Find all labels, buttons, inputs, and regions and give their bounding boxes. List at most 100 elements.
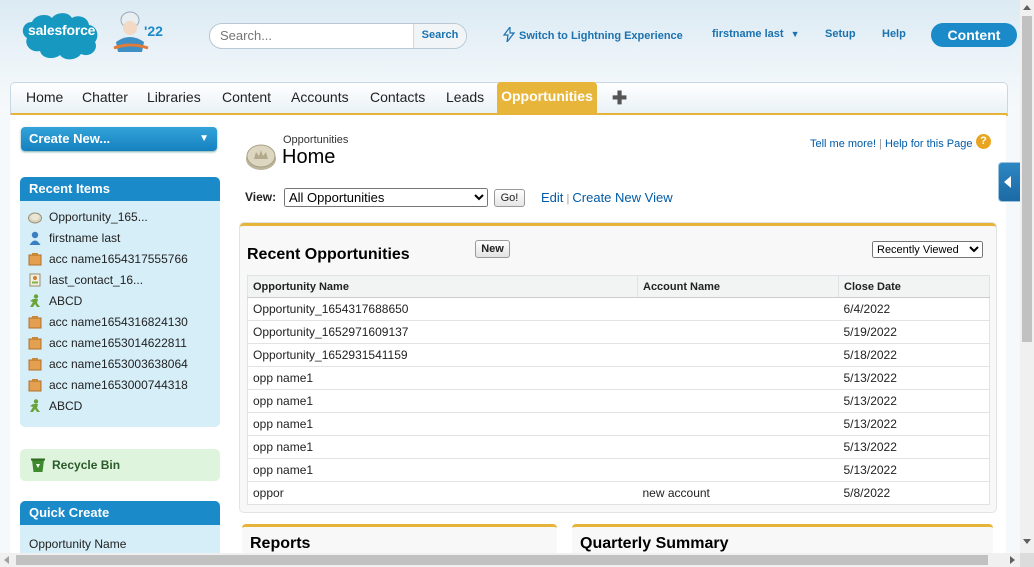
reports-title: Reports bbox=[250, 535, 311, 552]
close-date: 5/19/2022 bbox=[838, 320, 990, 344]
tab-accounts[interactable]: Accounts bbox=[291, 83, 349, 113]
search-button[interactable]: Search bbox=[413, 24, 466, 48]
account-link[interactable]: new account bbox=[643, 486, 710, 500]
page-title: Home bbox=[282, 146, 336, 168]
opportunity-link[interactable]: opp name1 bbox=[253, 417, 313, 431]
close-date: 5/8/2022 bbox=[838, 481, 990, 505]
close-date: 5/13/2022 bbox=[838, 412, 990, 436]
recent-sort-select[interactable]: Recently Viewed bbox=[872, 241, 983, 258]
opportunity-link[interactable]: opp name1 bbox=[253, 394, 313, 408]
close-date: 5/13/2022 bbox=[838, 389, 990, 413]
recent-items-panel: Recent Items Opportunity_165... firstnam… bbox=[20, 177, 220, 427]
view-select[interactable]: All Opportunities bbox=[284, 188, 488, 207]
table-row: Opportunity_1654317688650 6/4/2022 bbox=[247, 297, 990, 321]
tab-chatter[interactable]: Chatter bbox=[82, 83, 128, 113]
lightning-bolt-icon bbox=[502, 25, 516, 45]
recent-item-link[interactable]: acc name1654317555766 bbox=[49, 249, 188, 269]
recent-item-link[interactable]: acc name1653003638064 bbox=[49, 354, 188, 374]
table-row: opp name1 5/13/2022 bbox=[247, 389, 990, 413]
setup-link[interactable]: Setup bbox=[825, 28, 856, 40]
vertical-scrollbar[interactable] bbox=[1020, 0, 1034, 553]
opportunity-coin-icon bbox=[246, 144, 276, 170]
create-new-button[interactable]: Create New... ▼ bbox=[21, 127, 217, 151]
tab-libraries[interactable]: Libraries bbox=[147, 83, 201, 113]
create-new-view-link[interactable]: Create New View bbox=[572, 190, 672, 205]
recent-items-title: Recent Items bbox=[20, 177, 220, 201]
scroll-down-icon[interactable] bbox=[1023, 539, 1031, 544]
user-name: firstname last bbox=[712, 28, 784, 40]
tell-me-more-link[interactable]: Tell me more! bbox=[810, 138, 876, 150]
horizontal-scrollbar[interactable] bbox=[0, 553, 1034, 567]
col-close-date[interactable]: Close Date bbox=[838, 275, 990, 298]
new-opportunity-button[interactable]: New bbox=[475, 240, 510, 258]
recent-item-link[interactable]: ABCD bbox=[49, 396, 82, 416]
tab-home[interactable]: Home bbox=[26, 83, 63, 113]
tab-leads[interactable]: Leads bbox=[446, 83, 484, 113]
recent-item-link[interactable]: acc name1654316824130 bbox=[49, 312, 188, 332]
recent-item-link[interactable]: acc name1653014622811 bbox=[49, 333, 187, 353]
table-row: opp name1 5/13/2022 bbox=[247, 458, 990, 482]
close-date: 5/18/2022 bbox=[838, 343, 990, 367]
sidebar-toggle-handle[interactable] bbox=[998, 162, 1022, 202]
switch-lightning-link[interactable]: Switch to Lightning Experience bbox=[502, 25, 683, 45]
opportunity-link[interactable]: opp name1 bbox=[253, 371, 313, 385]
lead-person-icon bbox=[30, 399, 40, 412]
help-for-page-link[interactable]: Help for this Page bbox=[885, 138, 972, 150]
close-date: 5/13/2022 bbox=[838, 366, 990, 390]
mascot-year: '22 bbox=[144, 23, 163, 39]
user-menu[interactable]: firstname last ▼ bbox=[712, 28, 800, 40]
horizontal-scroll-thumb[interactable] bbox=[16, 555, 988, 565]
scroll-up-icon[interactable] bbox=[1023, 5, 1031, 10]
recent-item-link[interactable]: ABCD bbox=[49, 291, 82, 311]
tab-content[interactable]: Content bbox=[222, 83, 271, 113]
col-account-name[interactable]: Account Name bbox=[637, 275, 839, 298]
account-icon bbox=[28, 379, 42, 392]
edit-view-link[interactable]: Edit bbox=[541, 190, 563, 205]
main-tab-bar: Home Chatter Libraries Content Accounts … bbox=[10, 82, 1008, 116]
chevron-down-icon: ▼ bbox=[199, 133, 209, 144]
help-links: Tell me more! | Help for this Page bbox=[810, 138, 973, 150]
opportunities-table: Opportunity Name Account Name Close Date… bbox=[247, 275, 990, 505]
recent-item-link[interactable]: last_contact_16... bbox=[49, 270, 143, 290]
add-tab-plus-icon[interactable]: ✚ bbox=[612, 88, 627, 109]
search-input[interactable] bbox=[210, 24, 420, 46]
recent-item-link[interactable]: acc name1653000744318 bbox=[49, 375, 188, 395]
quarterly-summary-title: Quarterly Summary bbox=[580, 535, 729, 552]
vertical-scroll-thumb[interactable] bbox=[1022, 16, 1032, 342]
tab-contacts[interactable]: Contacts bbox=[370, 83, 425, 113]
switch-lightning-label: Switch to Lightning Experience bbox=[519, 30, 683, 42]
recycle-bin-label: Recycle Bin bbox=[52, 458, 121, 472]
recent-item-link[interactable]: Opportunity_165... bbox=[49, 207, 148, 227]
opportunity-link[interactable]: oppor bbox=[253, 486, 284, 500]
opportunity-coin-icon bbox=[28, 212, 42, 224]
tab-opportunities[interactable]: Opportunities bbox=[497, 82, 597, 113]
recycle-bin-link[interactable]: Recycle Bin bbox=[20, 449, 220, 481]
chevron-left-icon bbox=[1004, 176, 1011, 188]
help-link[interactable]: Help bbox=[882, 28, 906, 40]
scroll-right-icon[interactable] bbox=[1010, 556, 1015, 564]
quick-create-field-label: Opportunity Name bbox=[29, 537, 127, 551]
contact-card-icon bbox=[29, 273, 41, 287]
opportunity-link[interactable]: Opportunity_1652931541159 bbox=[253, 348, 408, 362]
recent-item-link[interactable]: firstname last bbox=[49, 228, 120, 248]
chevron-down-icon: ▼ bbox=[790, 29, 800, 39]
global-header: salesforce '22 Search Switch to Lightnin… bbox=[0, 0, 1020, 80]
help-question-icon[interactable]: ? bbox=[976, 134, 991, 149]
global-search: Search bbox=[209, 23, 467, 49]
scroll-left-icon[interactable] bbox=[4, 556, 9, 564]
view-links: Edit | Create New View bbox=[541, 190, 673, 205]
salesforce-logo-text: salesforce bbox=[28, 22, 96, 38]
col-opportunity-name[interactable]: Opportunity Name bbox=[247, 275, 638, 298]
user-icon bbox=[29, 231, 41, 245]
go-button[interactable]: Go! bbox=[494, 189, 525, 207]
opportunity-link[interactable]: opp name1 bbox=[253, 463, 313, 477]
opportunity-link[interactable]: Opportunity_1652971609137 bbox=[253, 325, 408, 339]
main-panel: Create New... ▼ Recent Items Opportunity… bbox=[10, 115, 1006, 567]
app-switcher-button[interactable]: Content bbox=[931, 23, 1017, 47]
quick-create-title: Quick Create bbox=[20, 501, 220, 525]
view-label: View: bbox=[245, 190, 277, 204]
account-icon bbox=[28, 358, 42, 371]
opportunity-link[interactable]: opp name1 bbox=[253, 440, 313, 454]
opportunity-link[interactable]: Opportunity_1654317688650 bbox=[253, 302, 408, 316]
quick-create-panel: Quick Create Opportunity Name bbox=[20, 501, 220, 561]
